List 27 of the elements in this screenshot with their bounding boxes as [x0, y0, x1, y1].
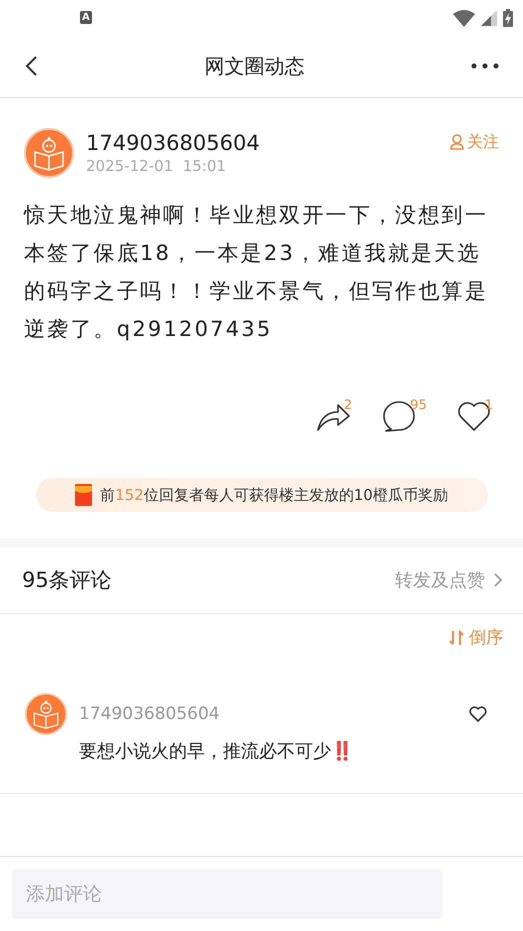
author-name[interactable]: 1749036805604 — [86, 131, 438, 155]
back-icon[interactable] — [24, 55, 38, 77]
count-label: 95 — [410, 398, 427, 413]
comment-text: 要想小说火的早，推流必不可少‼ — [79, 740, 354, 763]
more-icon[interactable] — [471, 63, 499, 69]
comments-count-title: 95条评论 — [22, 567, 113, 594]
sort-button[interactable]: 倒序 — [449, 626, 503, 649]
avatar-icon[interactable] — [25, 693, 67, 735]
count-label: 1 — [484, 398, 493, 413]
comment-input[interactable]: 添加评论 — [12, 869, 442, 919]
signal-icon — [481, 10, 497, 26]
page-title: 网文圈动态 — [204, 52, 306, 80]
notification-icon: A — [80, 11, 92, 24]
chevron-right-icon[interactable] — [493, 572, 503, 588]
count-label: 2 — [344, 398, 352, 413]
wifi-icon — [453, 8, 475, 26]
envelope-icon — [75, 484, 92, 506]
avatar-icon[interactable] — [24, 128, 74, 178]
battery-charging-icon — [503, 8, 513, 26]
heart-icon[interactable] — [456, 400, 491, 432]
reward-text: 前152位回复者每人可获得楼主发放的10橙瓜币奖励 — [100, 486, 448, 504]
follow-button[interactable]: 关注 — [450, 132, 499, 152]
post-text: 惊天地泣鬼神啊！毕业想双开一下，没想到一本签了保底18，一本是23，难道我就是天选的码字之子吗！！学业不景气，但写作也算是逆袭了。q291207435 — [24, 202, 489, 343]
commenter-name[interactable]: 1749036805604 — [79, 704, 457, 724]
like-button[interactable] — [469, 706, 487, 722]
post-time: 2025-12-01 15:01 — [86, 157, 227, 175]
reposts-likes-link[interactable]: 转发及点赞 — [395, 568, 503, 592]
